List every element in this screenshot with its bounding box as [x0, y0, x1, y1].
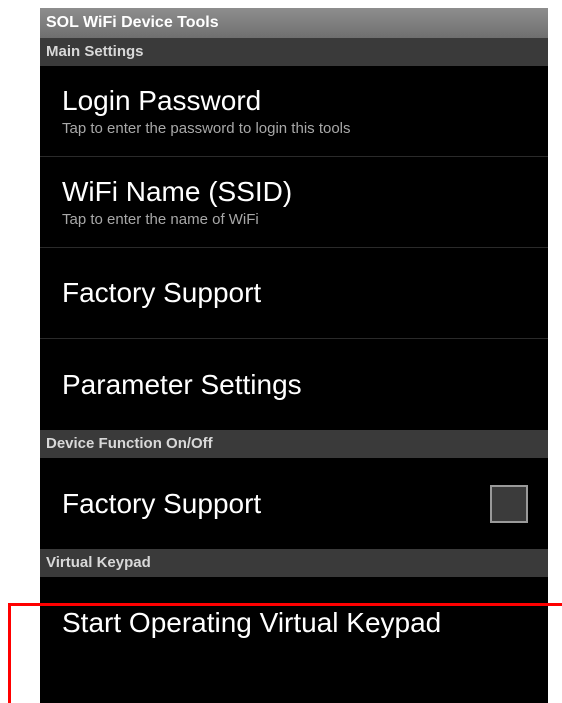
pref-factory-support-toggle[interactable]: Factory Support — [40, 458, 548, 549]
section-header-device-function: Device Function On/Off — [40, 430, 548, 458]
pref-title: Parameter Settings — [62, 368, 302, 400]
pref-title: Factory Support — [62, 277, 262, 308]
factory-support-checkbox[interactable] — [490, 484, 528, 523]
pref-parameter-settings[interactable]: Parameter Settings — [40, 339, 548, 430]
pref-summary: Tap to enter the name of WiFi — [62, 211, 259, 228]
app-title-bar: SOL WiFi Device Tools — [40, 8, 548, 38]
section-header-virtual-keypad: Virtual Keypad — [40, 549, 548, 577]
pref-title: WiFi Name (SSID) — [62, 176, 293, 207]
device-screen: SOL WiFi Device Tools Main Settings Logi… — [40, 8, 548, 703]
section-header-main-settings: Main Settings — [40, 38, 548, 66]
pref-title: Factory Support — [62, 487, 262, 519]
pref-summary: Tap to enter the password to login this … — [62, 120, 351, 137]
pref-start-virtual-keypad[interactable]: Start Operating Virtual Keypad — [40, 577, 548, 668]
pref-wifi-name[interactable]: WiFi Name (SSID) Tap to enter the name o… — [40, 157, 548, 248]
pref-factory-support[interactable]: Factory Support — [40, 248, 548, 339]
pref-title: Start Operating Virtual Keypad — [62, 606, 442, 638]
pref-login-password[interactable]: Login Password Tap to enter the password… — [40, 66, 548, 157]
pref-title: Login Password — [62, 85, 262, 116]
